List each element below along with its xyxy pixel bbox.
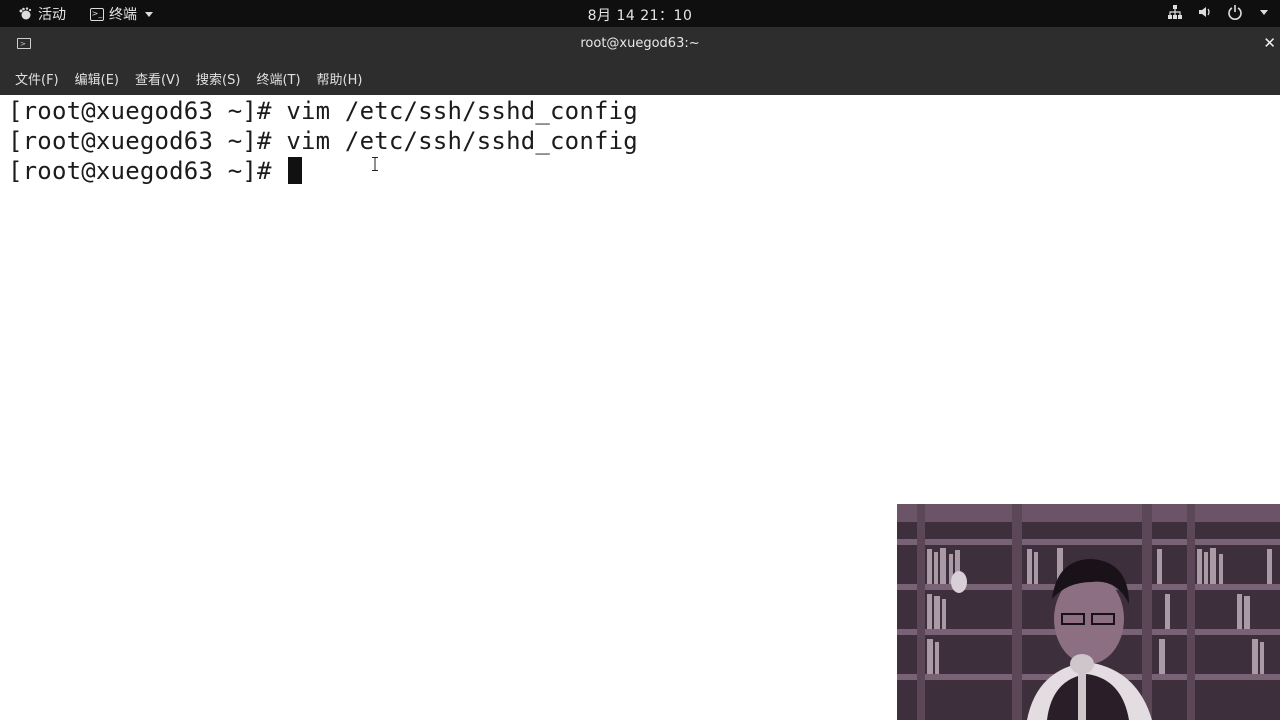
chevron-down-icon[interactable] (1260, 9, 1268, 15)
terminal-line: [root@xuegod63 ~]# vim /etc/ssh/sshd_con… (8, 127, 638, 155)
power-icon[interactable] (1227, 4, 1243, 20)
close-button[interactable]: ✕ (1263, 34, 1276, 52)
menu-view[interactable]: 查看(V) (135, 69, 180, 88)
clock[interactable]: 8月 14 21：10 (0, 5, 1280, 25)
top-bar: 活动 >_ 终端 8月 14 21：10 (0, 0, 1280, 27)
network-icon[interactable] (1167, 4, 1183, 20)
menu-terminal[interactable]: 终端(T) (256, 69, 300, 88)
webcam-video-overlay (897, 504, 1280, 720)
menu-search[interactable]: 搜索(S) (196, 69, 240, 88)
terminal-prompt-line[interactable]: [root@xuegod63 ~]# (8, 156, 303, 186)
text-cursor (288, 157, 303, 184)
terminal-line: [root@xuegod63 ~]# vim /etc/ssh/sshd_con… (8, 97, 638, 125)
presenter-image (897, 504, 1280, 720)
terminal-prompt: [root@xuegod63 ~]# (8, 157, 287, 185)
menu-file[interactable]: 文件(F) (15, 69, 59, 88)
menu-bar: 文件(F) 编辑(E) 查看(V) 搜索(S) 终端(T) 帮助(H) (0, 62, 1280, 95)
volume-icon[interactable] (1197, 4, 1213, 20)
system-tray[interactable] (1167, 4, 1268, 20)
menu-edit[interactable]: 编辑(E) (75, 69, 119, 88)
ibeam-cursor-icon (372, 157, 378, 171)
menu-help[interactable]: 帮助(H) (317, 69, 363, 88)
window-title: root@xuegod63:~ (580, 36, 700, 51)
window-titlebar[interactable]: > root@xuegod63:~ ✕ (0, 27, 1280, 62)
